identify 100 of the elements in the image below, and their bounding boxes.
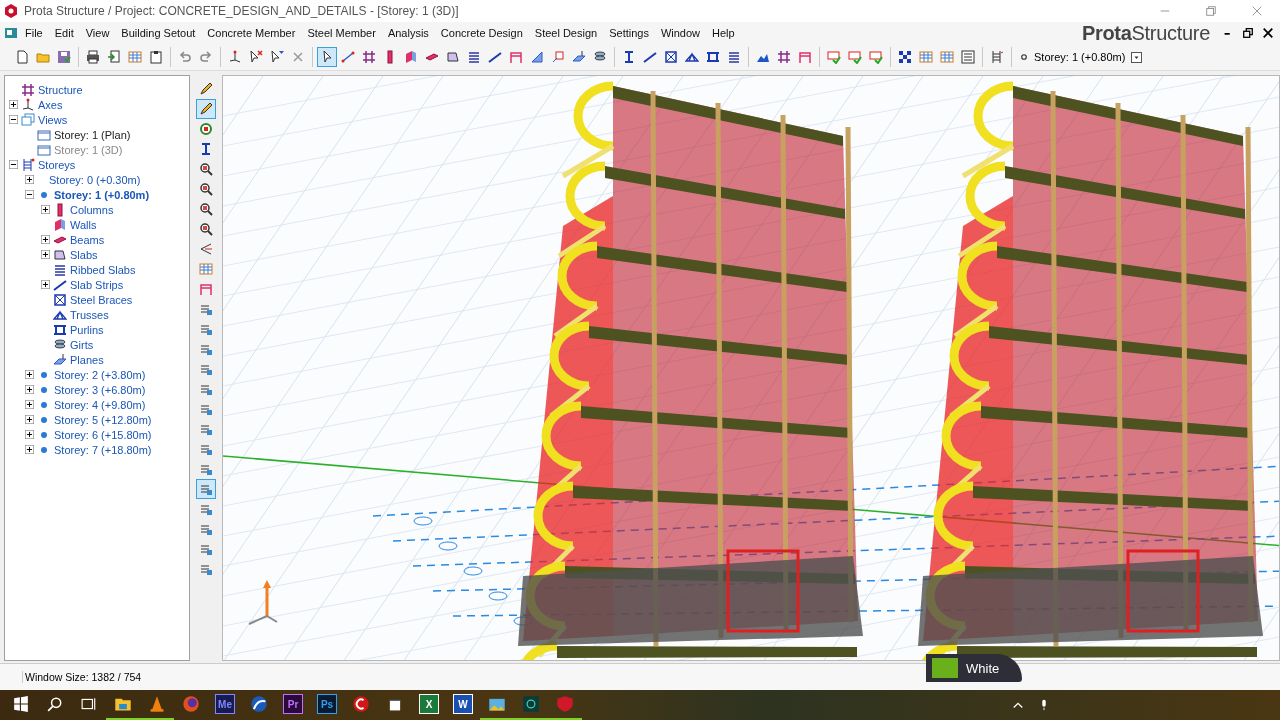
color-swatch bbox=[932, 658, 958, 678]
tree-item[interactable]: Storey: 7 (+18.80m) bbox=[54, 443, 152, 456]
tree-item[interactable]: Columns bbox=[70, 203, 114, 216]
toolbar-button[interactable] bbox=[317, 47, 337, 67]
tree-item[interactable]: Trusses bbox=[70, 308, 109, 321]
check-icon bbox=[848, 50, 862, 64]
tree-item[interactable]: Ribbed Slabs bbox=[70, 263, 136, 276]
restore-icon bbox=[1242, 27, 1254, 39]
zoom-icon bbox=[199, 182, 213, 196]
tree-item[interactable]: Storey: 1 (+0.80m) bbox=[54, 188, 150, 201]
expand-icon[interactable] bbox=[25, 415, 34, 424]
menu-item[interactable]: Help bbox=[707, 25, 740, 41]
menu-item[interactable]: Concrete Member bbox=[202, 25, 301, 41]
expand-icon[interactable] bbox=[25, 370, 34, 379]
tree-item[interactable]: Storey: 4 (+9.80m) bbox=[54, 398, 146, 411]
menu-item[interactable]: View bbox=[80, 25, 115, 41]
expand-icon[interactable] bbox=[41, 280, 50, 289]
restore-button[interactable] bbox=[1242, 27, 1254, 39]
grid-icon bbox=[21, 82, 35, 97]
brand-logo-text: ProtaStructure bbox=[1081, 21, 1210, 45]
windows-logo-icon bbox=[13, 696, 29, 712]
taskbar-app-button[interactable]: Me bbox=[208, 690, 242, 720]
tree-item[interactable]: Storey: 0 (+0.30m) bbox=[49, 173, 141, 186]
app-logo-icon bbox=[4, 4, 18, 18]
toolbar-button[interactable] bbox=[196, 99, 216, 119]
close-icon bbox=[1262, 27, 1274, 39]
collapse-icon[interactable] bbox=[9, 160, 18, 169]
arc-icon bbox=[250, 695, 268, 713]
tree-item[interactable]: Slabs bbox=[70, 248, 98, 261]
tree-item[interactable]: Purlins bbox=[70, 323, 104, 336]
frame-icon bbox=[509, 50, 523, 64]
expand-icon[interactable] bbox=[25, 430, 34, 439]
tree-item[interactable]: Storey: 2 (+3.80m) bbox=[54, 368, 146, 381]
expand-icon[interactable] bbox=[25, 445, 34, 454]
grid-icon bbox=[362, 50, 376, 64]
page-icon bbox=[15, 50, 29, 64]
ladder-icon bbox=[21, 157, 35, 172]
taskbar-app-button[interactable]: Pr bbox=[276, 690, 310, 720]
dropdown-button[interactable] bbox=[1131, 51, 1143, 63]
layers-icon bbox=[467, 50, 481, 64]
slab-icon bbox=[53, 247, 67, 262]
expand-icon[interactable] bbox=[25, 175, 34, 184]
layers-icon bbox=[199, 342, 213, 356]
tree-item[interactable]: Storeys bbox=[38, 158, 76, 171]
expand-icon[interactable] bbox=[41, 205, 50, 214]
menu-item[interactable]: Edit bbox=[49, 25, 79, 41]
layers-icon bbox=[199, 382, 213, 396]
tree-item[interactable]: Beams bbox=[70, 233, 105, 246]
redo-icon bbox=[199, 50, 213, 64]
popup-text: White bbox=[966, 660, 1000, 676]
c-logo-icon bbox=[352, 695, 370, 713]
cursor-icon bbox=[249, 50, 263, 64]
menu-item[interactable]: File bbox=[20, 25, 48, 41]
tree-item[interactable]: Girts bbox=[70, 338, 94, 351]
zoom-icon bbox=[199, 222, 213, 236]
tree-item[interactable]: Views bbox=[38, 113, 68, 126]
menu-item[interactable]: Building Setout bbox=[116, 25, 201, 41]
layers-icon bbox=[199, 422, 213, 436]
layers-icon bbox=[199, 522, 213, 536]
tree-item[interactable]: Walls bbox=[70, 218, 97, 231]
collapse-icon[interactable] bbox=[25, 190, 34, 199]
menu-item[interactable]: Analysis bbox=[382, 25, 434, 41]
menu-item[interactable]: Settings bbox=[604, 25, 654, 41]
menu-item[interactable]: Window bbox=[655, 25, 706, 41]
close-icon bbox=[291, 50, 305, 64]
tree-item[interactable]: Storey: 3 (+6.80m) bbox=[54, 383, 146, 396]
window-icon bbox=[37, 142, 51, 157]
tree-item[interactable]: Steel Braces bbox=[70, 293, 133, 306]
expand-icon[interactable] bbox=[9, 100, 18, 109]
purlin-icon bbox=[53, 322, 67, 337]
tree-item[interactable]: Slab Strips bbox=[70, 278, 124, 291]
collapse-icon[interactable] bbox=[9, 115, 18, 124]
clipboard-icon bbox=[149, 50, 163, 64]
taskbar-app-button[interactable]: X bbox=[412, 690, 446, 720]
axes-icon bbox=[228, 50, 242, 64]
expand-icon[interactable] bbox=[25, 400, 34, 409]
close-button[interactable] bbox=[1262, 27, 1274, 39]
wall-icon bbox=[53, 217, 67, 232]
task-view-icon bbox=[81, 696, 97, 712]
strip-icon bbox=[53, 277, 67, 292]
expand-icon[interactable] bbox=[41, 250, 50, 259]
menu-item[interactable]: Steel Design bbox=[529, 25, 603, 41]
tree-item[interactable]: Structure bbox=[38, 83, 83, 96]
cursor-icon bbox=[270, 50, 284, 64]
axes-icon bbox=[21, 97, 35, 112]
storey-dropdown-value[interactable]: Storey: 1 (+0.80m) bbox=[1034, 51, 1126, 63]
expand-icon[interactable] bbox=[41, 235, 50, 244]
taskbar-app-button[interactable]: Ps bbox=[310, 690, 344, 720]
taskbar-app-button[interactable]: W bbox=[446, 690, 480, 720]
tree-item[interactable]: Storey: 1 (Plan) bbox=[54, 128, 131, 141]
tree-item[interactable]: Storey: 6 (+15.80m) bbox=[54, 428, 152, 441]
menu-item[interactable]: Concrete Design bbox=[435, 25, 528, 41]
layers-icon bbox=[199, 502, 213, 516]
tree-item[interactable]: Storey: 5 (+12.80m) bbox=[54, 413, 152, 426]
expand-icon[interactable] bbox=[25, 385, 34, 394]
line-icon bbox=[341, 50, 355, 64]
tree-item[interactable]: Axes bbox=[38, 98, 63, 111]
menu-item[interactable]: Steel Member bbox=[302, 25, 381, 41]
truss-icon bbox=[685, 50, 699, 64]
tree-item[interactable]: Planes bbox=[70, 353, 104, 366]
